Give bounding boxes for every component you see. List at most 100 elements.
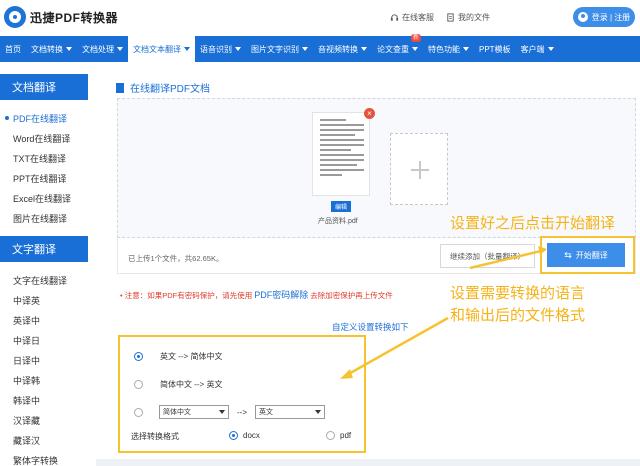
login-register-label: 登录 | 注册 [591,12,631,22]
sidebar-item[interactable]: 繁体字转换 [0,450,88,466]
sidebar-item[interactable]: Word在线翻译 [0,128,88,148]
chevron-down-icon [547,47,554,51]
nav-item-7[interactable]: 论文查重新 [372,34,423,62]
sidebar-item[interactable]: 藏译汉 [0,430,88,450]
sidebar-item[interactable]: PDF在线翻译 [0,108,88,128]
continue-add-button[interactable]: 继续添加（批量翻译） [440,244,535,268]
nav-item-label: 语音识别 [200,44,232,54]
nav-item-2[interactable]: 文档处理 [77,36,128,62]
custom-settings-label: 自定义设置转换如下 [332,322,409,332]
file-name: 产品资料.pdf [318,218,358,225]
chevron-down-icon [302,47,308,51]
sidebar-item[interactable]: 汉译藏 [0,410,88,430]
format-pdf-option[interactable]: pdf [326,431,351,440]
nav-item-3[interactable]: 文档文本翻译 [128,36,195,62]
sidebar-item[interactable]: 日译中 [0,350,88,370]
nav-item-5[interactable]: 图片文字识别 [246,36,313,62]
sidebar-item[interactable]: 中译日 [0,330,88,350]
nav-item-6[interactable]: 音视频转换 [313,36,372,62]
sidebar-item[interactable]: 英译中 [0,310,88,330]
sidebar-item[interactable]: 中译英 [0,290,88,310]
nav-item-label: 文档转换 [31,44,63,54]
nav-item-1[interactable]: 文档转换 [26,36,77,62]
file-icon [447,13,454,22]
upload-info: 已上传1个文件，共62.65K。 [128,254,224,263]
pdf-unlock-link[interactable]: PDF密码解除 [254,290,308,300]
sidebar: 文档翻译 PDF在线翻译 Word在线翻译 TXT在线翻译 PPT在线翻译 Excel在… [0,74,88,466]
target-language-value: 英文 [259,409,273,416]
chevron-down-icon [184,47,190,51]
main-nav: 首页 文档转换 文档处理 文档文本翻译 语音识别 图片文字识别 音视频转换 论文查重新特色功能… [0,34,640,62]
radio-pdf[interactable] [326,431,335,440]
nav-item-label: 客户端 [520,44,545,54]
edit-file-button[interactable]: 编辑 [331,201,351,212]
sidebar-doc-list: PDF在线翻译 Word在线翻译 TXT在线翻译 PPT在线翻译 Excel在线翻译 图片… [0,108,88,228]
sidebar-item[interactable]: 中译韩 [0,370,88,390]
nav-item-label: 文档文本翻译 [133,44,181,54]
option-custom[interactable]: 简体中文 --> 英文 [134,405,325,419]
file-thumbnail[interactable] [312,112,370,196]
nav-item-8[interactable]: 特色功能 [423,36,474,62]
top-header: 迅捷PDF转换器 在线客服 我的文件 登录 | 注册 [0,0,640,36]
new-badge: 新 [410,34,421,42]
format-label: 选择转换格式 [131,432,179,441]
nav-item-4[interactable]: 语音识别 [195,36,246,62]
radio-docx[interactable] [229,431,238,440]
language-arrow: --> [237,407,247,417]
format-docx-label: docx [243,431,260,440]
site-logo[interactable]: 迅捷PDF转换器 [4,6,118,28]
target-language-select[interactable]: 英文 [255,405,325,419]
nav-item-9[interactable]: PPT模板 [474,36,516,62]
nav-item-label: 图片文字识别 [251,44,299,54]
option-en-to-zh[interactable]: 英文 --> 简体中文 [134,351,222,362]
source-language-value: 简体中文 [163,409,191,416]
customer-service-link[interactable]: 在线客服 [390,12,434,23]
tip-set-language-line2: 和输出后的文件格式 [450,306,586,324]
page-title-text: 在线翻译PDF文档 [130,84,210,95]
customer-service-label: 在线客服 [402,13,434,22]
logo-text: 迅捷PDF转换器 [30,10,119,25]
sidebar-item[interactable]: 图片在线翻译 [0,208,88,228]
option-en-to-zh-label: 英文 --> 简体中文 [160,352,223,361]
sidebar-item[interactable]: 文字在线翻译 [0,270,88,290]
chevron-down-icon [235,47,241,51]
chevron-down-icon [315,410,321,414]
sidebar-item[interactable]: PPT在线翻译 [0,168,88,188]
password-notice: • 注意：如果PDF有密码保护，请先使用 PDF密码解除 去除加密保护再上传文件 [120,288,393,301]
bottom-strip [96,459,640,466]
sidebar-text-list: 文字在线翻译 中译英 英译中 中译日 日译中 中译韩 韩译中 汉译藏 藏译汉 繁体字转换 [0,270,88,466]
start-translate-button[interactable]: ⇆ 开始翻译 [547,243,625,267]
sidebar-item[interactable]: TXT在线翻译 [0,148,88,168]
tip-set-language-line1: 设置需要转换的语言 [450,284,586,302]
start-translate-label: 开始翻译 [575,250,608,260]
page-title: 在线翻译PDF文档 [116,80,210,95]
nav-item-label: 音视频转换 [318,44,358,54]
notice-prefix: • 注意：如果PDF有密码保护，请先使用 [120,291,253,300]
nav-item-0[interactable]: 首页 [0,36,26,62]
nav-item-label: 文档处理 [82,44,114,54]
sidebar-text-heading: 文字翻译 [0,236,88,262]
source-language-select[interactable]: 简体中文 [159,405,229,419]
sidebar-item[interactable]: 韩译中 [0,390,88,410]
chevron-down-icon [463,47,469,51]
radio-zh-to-en[interactable] [134,380,143,389]
chevron-down-icon [361,47,367,51]
option-zh-to-en[interactable]: 简体中文 --> 英文 [134,379,222,390]
my-files-link[interactable]: 我的文件 [446,12,490,23]
chevron-down-icon [117,47,123,51]
document-icon [116,82,124,93]
sidebar-doc-heading: 文档翻译 [0,74,88,100]
login-register-button[interactable]: 登录 | 注册 [573,7,635,27]
radio-en-to-zh[interactable] [134,352,143,361]
radio-custom[interactable] [134,407,143,417]
remove-file-icon[interactable]: × [364,108,375,119]
format-docx-option[interactable]: docx [229,431,260,440]
add-file-button[interactable] [390,133,448,205]
nav-item-10[interactable]: 客户端 [516,36,559,62]
option-zh-to-en-label: 简体中文 --> 英文 [160,380,223,389]
logo-icon [4,6,26,28]
tip-start-translate: 设置好之后点击开始翻译 [450,214,616,232]
headset-icon [390,14,399,21]
sidebar-item[interactable]: Excel在线翻译 [0,188,88,208]
chevron-down-icon [412,47,418,51]
